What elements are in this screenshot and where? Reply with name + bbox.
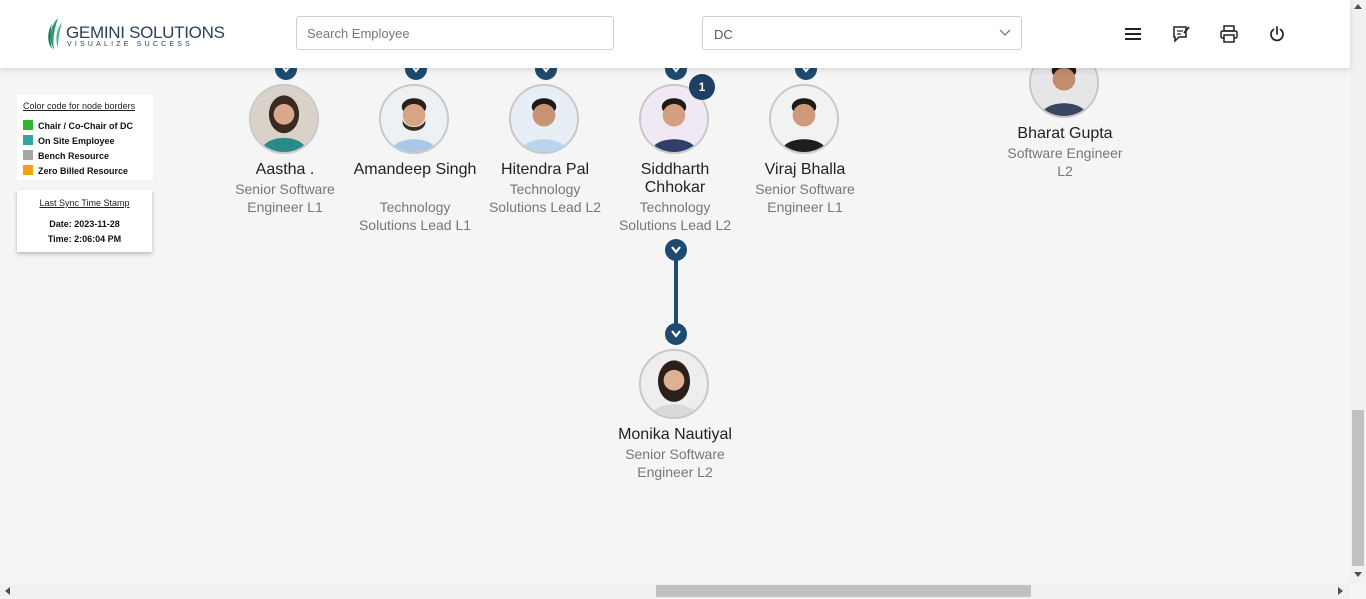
chevron-down-icon	[999, 29, 1011, 36]
employee-name: Siddharth Chhokar	[640, 161, 710, 196]
employee-avatar	[769, 84, 839, 154]
brand-name: GEMINI SOLUTIONS	[66, 23, 225, 42]
legend-label: Chair / Co-Chair of DC	[38, 121, 134, 131]
collapse-toggle[interactable]	[665, 239, 687, 261]
print-icon[interactable]	[1219, 24, 1239, 44]
employee-node[interactable]: Hitendra Pal Technology Solutions Lead L…	[480, 84, 610, 224]
employee-avatar	[249, 84, 319, 154]
tree-connector	[674, 259, 678, 325]
report-count-badge: 1	[689, 74, 715, 100]
employee-name: Aastha .	[255, 161, 315, 178]
vertical-scroll-thumb[interactable]	[1352, 410, 1364, 566]
employee-avatar	[379, 84, 449, 154]
legend-swatch	[23, 135, 33, 145]
scroll-right-arrow-icon[interactable]	[1338, 587, 1343, 595]
department-select-value: DC	[714, 27, 733, 42]
legend-swatch	[23, 165, 33, 175]
employee-name: Monika Nautiyal	[618, 426, 732, 443]
person-photo-icon	[771, 86, 837, 152]
employee-node[interactable]: Amandeep Singh Technology Solutions Lead…	[350, 84, 480, 234]
employee-node[interactable]: Viraj Bhalla Senior Software Engineer L1	[740, 84, 870, 224]
person-photo-icon	[381, 86, 447, 152]
leaf-logo-icon	[48, 18, 62, 50]
employee-title: Technology Solutions Lead L2	[618, 199, 732, 233]
employee-title: Software Engineer L2	[1007, 145, 1123, 179]
sync-time: Time: 2:06:04 PM	[47, 234, 122, 244]
employee-title: Senior Software Engineer L1	[235, 181, 335, 215]
legend-label: Bench Resource	[38, 151, 110, 161]
top-header: GEMINI SOLUTIONS VISUALIZE SUCCESS DC	[0, 0, 1350, 68]
employee-node[interactable]: Monika Nautiyal Senior Software Engineer…	[610, 349, 740, 481]
employee-title: Senior Software Engineer L1	[755, 181, 855, 215]
scroll-left-arrow-icon[interactable]	[5, 587, 10, 595]
menu-icon[interactable]	[1123, 24, 1143, 44]
employee-name: Amandeep Singh	[353, 161, 477, 178]
brand-tagline: VISUALIZE SUCCESS	[67, 41, 193, 48]
person-photo-icon	[251, 86, 317, 152]
chevron-down-icon	[671, 330, 681, 338]
department-select[interactable]: DC	[702, 16, 1022, 50]
last-sync-card: Last Sync Time Stamp Date: 2023-11-28 Ti…	[17, 190, 152, 252]
employee-title: Technology Solutions Lead L2	[488, 181, 602, 215]
employee-node[interactable]: Siddharth Chhokar Technology Solutions L…	[610, 84, 740, 234]
employee-name: Hitendra Pal	[500, 161, 590, 178]
employee-title: Senior Software Engineer L2	[625, 446, 725, 480]
legend-title: Color code for node borders	[23, 101, 136, 111]
legend-label: Zero Billed Resource	[38, 166, 129, 176]
employee-avatar	[639, 349, 709, 419]
horizontal-scroll-thumb[interactable]	[656, 585, 1031, 597]
scroll-up-arrow-icon[interactable]	[1354, 4, 1362, 9]
search-employee-input[interactable]	[296, 16, 614, 50]
border-color-legend: Color code for node borders Chair / Co-C…	[17, 95, 153, 180]
legend-swatch	[23, 120, 33, 130]
sync-date: Date: 2023-11-28	[49, 219, 120, 229]
person-photo-icon	[511, 86, 577, 152]
employee-avatar	[509, 84, 579, 154]
legend-swatch	[23, 150, 33, 160]
gemini-logo[interactable]: GEMINI SOLUTIONS VISUALIZE SUCCESS	[46, 16, 225, 52]
employee-node[interactable]: Aastha . Senior Software Engineer L1	[220, 84, 350, 224]
employee-name: Viraj Bhalla	[764, 161, 846, 178]
power-icon[interactable]	[1267, 24, 1287, 44]
expand-toggle[interactable]	[665, 323, 687, 345]
employee-title: Technology Solutions Lead L1	[358, 199, 472, 233]
person-photo-icon	[641, 351, 707, 417]
chevron-down-icon	[671, 246, 681, 254]
legend-label: On Site Employee	[38, 136, 115, 146]
sync-title: Last Sync Time Stamp	[39, 198, 130, 208]
employee-name: Bharat Gupta	[1017, 125, 1113, 142]
scroll-down-arrow-icon[interactable]	[1354, 572, 1362, 577]
feedback-icon[interactable]	[1171, 24, 1191, 44]
